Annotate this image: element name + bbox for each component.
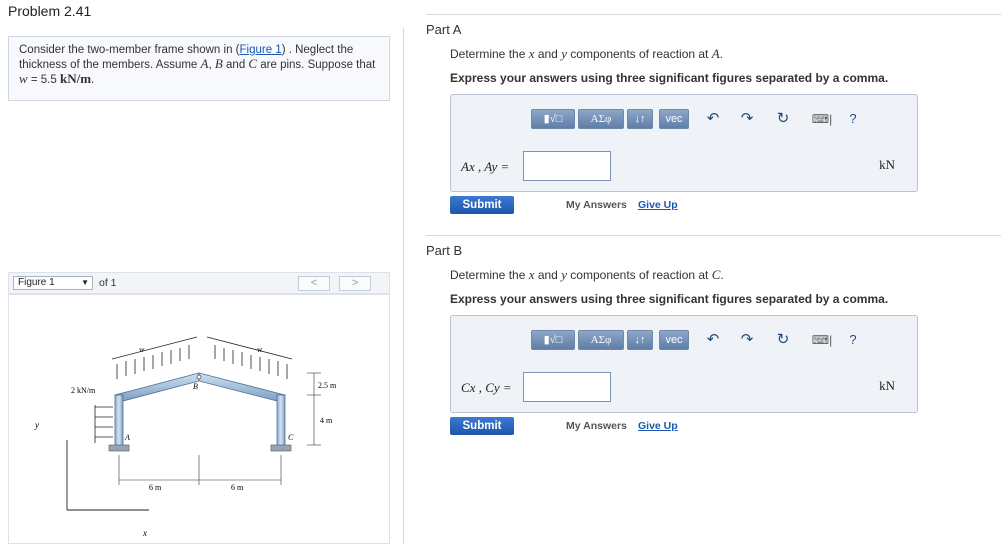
part-a-title: Part A xyxy=(426,22,462,37)
right-rafter xyxy=(198,372,286,402)
pin-b xyxy=(196,374,202,380)
prompt-text: components of reaction at xyxy=(566,268,712,282)
distributed-load-right xyxy=(206,336,293,379)
vec-button[interactable]: vec xyxy=(659,109,689,129)
submit-button[interactable]: Submit xyxy=(450,196,514,214)
answer-unit: kN xyxy=(879,157,895,172)
prompt-text: components of reaction at xyxy=(566,47,712,61)
answer-input[interactable] xyxy=(523,372,611,402)
problem-text: and xyxy=(222,59,249,71)
help-icon[interactable]: ? xyxy=(843,330,863,350)
label-a: A xyxy=(124,433,130,442)
undo-icon[interactable]: ↶ xyxy=(703,109,723,129)
keyboard-icon[interactable]: ⌨| xyxy=(809,330,835,350)
arrows-button[interactable]: ↓↑ xyxy=(627,330,653,350)
submit-button[interactable]: Submit xyxy=(450,417,514,435)
problem-statement: Consider the two-member frame shown in (… xyxy=(8,36,390,101)
dim-height-label: 4 m xyxy=(320,416,333,425)
prompt-text: . xyxy=(720,268,724,282)
math-toolbar: ▮√□ ΑΣφ ↓↑ vec xyxy=(531,330,689,350)
part-a-prompt: Determine the x and y components of reac… xyxy=(450,46,723,62)
label-b: B xyxy=(193,382,198,391)
figure-toolbar: Figure 1 ▼ of 1 < > xyxy=(8,272,390,294)
prompt-text: . xyxy=(719,47,724,61)
w-symbol: w xyxy=(19,71,28,86)
left-rafter xyxy=(114,372,200,402)
axis-x-label: x xyxy=(142,528,147,538)
load-w-left-label: w xyxy=(139,345,145,354)
left-column-member xyxy=(114,394,124,448)
reset-icon[interactable]: ↻ xyxy=(773,109,793,129)
reset-icon[interactable]: ↻ xyxy=(773,330,793,350)
undo-icon[interactable]: ↶ xyxy=(703,330,723,350)
templates-button[interactable]: ▮√□ xyxy=(531,330,575,350)
redo-icon[interactable]: ↷ xyxy=(737,109,757,129)
prompt-text: Determine the xyxy=(450,268,529,282)
problem-text: . xyxy=(91,74,95,86)
left-column: Consider the two-member frame shown in (… xyxy=(8,28,404,544)
templates-button[interactable]: ▮√□ xyxy=(531,109,575,129)
answer-input[interactable] xyxy=(523,151,611,181)
arrows-button[interactable]: ↓↑ xyxy=(627,109,653,129)
my-answers-link[interactable]: My Answers xyxy=(566,420,627,432)
divider xyxy=(426,235,1001,236)
answer-label: Cx , Cy = xyxy=(461,380,512,395)
distributed-load-left xyxy=(111,336,198,379)
dim-right-label: 6 m xyxy=(231,483,244,492)
answer-label: Ax , Ay = xyxy=(461,159,510,174)
problem-unit: kN/m xyxy=(59,71,92,86)
divider xyxy=(426,14,1001,15)
math-toolbar: ▮√□ ΑΣφ ↓↑ vec xyxy=(531,109,689,129)
part-a-instruction: Express your answers using three signifi… xyxy=(450,71,889,85)
right-column-member xyxy=(276,394,286,448)
give-up-link[interactable]: Give Up xyxy=(638,420,678,432)
keyboard-icon[interactable]: ⌨| xyxy=(809,109,835,129)
point-symbol: A xyxy=(711,46,720,61)
side-load-label: 2 kN/m xyxy=(71,386,96,395)
problem-value: = 5.5 xyxy=(27,74,60,86)
part-b-answer-box: ▮√□ ΑΣφ ↓↑ vec ↶ ↷ ↻ ⌨| ? Cx , Cy = kN xyxy=(450,315,918,413)
part-b-instruction: Express your answers using three signifi… xyxy=(450,292,889,306)
axis-y-label: y xyxy=(34,420,39,430)
prompt-text: and xyxy=(534,47,562,61)
frame-diagram: w w 2 kN/m A B C 2.5 m 4 m 6 m 6 m x y xyxy=(34,336,337,538)
redo-icon[interactable]: ↷ xyxy=(737,330,757,350)
load-w-right-label: w xyxy=(257,345,263,354)
my-answers-link[interactable]: My Answers xyxy=(566,199,627,211)
support-c xyxy=(270,444,292,452)
figure-select-value: Figure 1 xyxy=(18,277,55,288)
prompt-text: and xyxy=(534,268,562,282)
part-b-prompt: Determine the x and y components of reac… xyxy=(450,267,724,283)
answer-unit: kN xyxy=(879,378,895,393)
greek-button[interactable]: ΑΣφ xyxy=(578,330,624,350)
dim-left-label: 6 m xyxy=(149,483,162,492)
figure-link[interactable]: Figure 1 xyxy=(240,44,282,56)
problem-text: are pins. Suppose that xyxy=(257,59,376,71)
support-a xyxy=(108,444,130,452)
figure-select[interactable]: Figure 1 ▼ xyxy=(13,276,93,290)
figure-panel: w w 2 kN/m A B C 2.5 m 4 m 6 m 6 m x y xyxy=(8,294,390,544)
right-column: Part A Determine the x and y components … xyxy=(426,0,1001,544)
axes xyxy=(66,440,149,511)
help-icon[interactable]: ? xyxy=(843,109,863,129)
part-b-title: Part B xyxy=(426,243,463,258)
prompt-text: Determine the xyxy=(450,47,529,61)
vec-button[interactable]: vec xyxy=(659,330,689,350)
label-c: C xyxy=(288,433,294,442)
side-load-arrows xyxy=(94,405,113,443)
next-figure-button[interactable]: > xyxy=(339,276,371,291)
give-up-link[interactable]: Give Up xyxy=(638,199,678,211)
pin-b-symbol: B xyxy=(214,56,223,71)
chevron-down-icon: ▼ xyxy=(81,278,89,287)
page-title: Problem 2.41 xyxy=(8,3,92,19)
greek-button[interactable]: ΑΣφ xyxy=(578,109,624,129)
prev-figure-button[interactable]: < xyxy=(298,276,330,291)
pin-c-symbol: C xyxy=(248,56,258,71)
dim-rise-label: 2.5 m xyxy=(318,381,337,390)
figure-count: of 1 xyxy=(99,277,117,289)
problem-text: Consider the two-member frame shown in ( xyxy=(19,44,240,56)
part-a-answer-box: ▮√□ ΑΣφ ↓↑ vec ↶ ↷ ↻ ⌨| ? Ax , Ay = kN xyxy=(450,94,918,192)
